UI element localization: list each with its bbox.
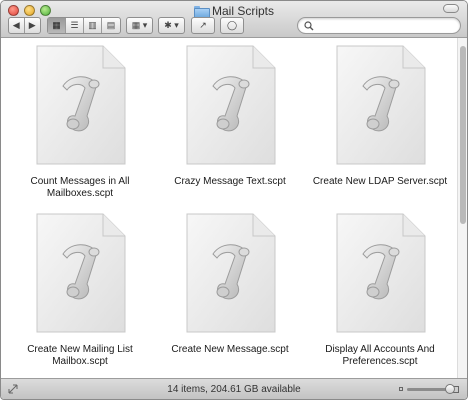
slider-track[interactable] bbox=[407, 383, 455, 394]
coverflow-view-icon: ▤ bbox=[106, 20, 116, 30]
folder-icon bbox=[193, 5, 210, 19]
applescript-document-icon bbox=[336, 213, 426, 333]
file-name: Create New LDAP Server.scpt bbox=[312, 176, 448, 187]
search-input[interactable] bbox=[318, 20, 458, 31]
applescript-document-icon bbox=[36, 45, 126, 165]
column-view-icon: ▥ bbox=[88, 20, 97, 30]
status-bar: 14 items, 204.61 GB available bbox=[1, 378, 467, 399]
window-title: Mail Scripts bbox=[1, 4, 467, 19]
applescript-document-icon bbox=[186, 45, 276, 165]
toolbar-toggle-button[interactable] bbox=[443, 4, 459, 13]
right-triangle-icon: ▶ bbox=[28, 20, 36, 30]
file-name: Create New Mailing List Mailbox.scpt bbox=[27, 344, 133, 367]
tag-button[interactable]: ◯ bbox=[220, 17, 244, 34]
search-field[interactable] bbox=[297, 17, 461, 34]
finder-window: Mail Scripts ◀ ▶ ▦ ☰ ▥ ▤ ▦ ▾ ✱ ▾ ↗ ◯ Cou… bbox=[0, 0, 468, 400]
tag-icon: ◯ bbox=[226, 20, 238, 30]
list-view-icon: ☰ bbox=[70, 20, 79, 30]
coverflow-view-button[interactable]: ▤ bbox=[102, 18, 120, 33]
column-view-button[interactable]: ▥ bbox=[84, 18, 102, 33]
slider-knob[interactable] bbox=[445, 383, 455, 394]
window-title-text: Mail Scripts bbox=[211, 4, 274, 18]
file-name: Crazy Message Text.scpt bbox=[174, 176, 286, 187]
vertical-scroll-thumb[interactable] bbox=[460, 46, 466, 224]
file-item[interactable]: Create New Mailing List Mailbox.scpt bbox=[5, 212, 155, 368]
back-button[interactable]: ◀ bbox=[9, 18, 25, 33]
file-name: Display All Accounts And Preferences.scp… bbox=[325, 344, 435, 367]
applescript-document-icon bbox=[336, 45, 426, 165]
gear-icon: ✱ ▾ bbox=[164, 20, 179, 30]
icon-view-button[interactable]: ▦ bbox=[48, 18, 66, 33]
file-item[interactable]: Count Messages in All Mailboxes.scpt bbox=[5, 44, 155, 200]
file-item[interactable]: Display All Accounts And Preferences.scp… bbox=[305, 212, 455, 368]
left-triangle-icon: ◀ bbox=[12, 20, 20, 30]
file-name: Count Messages in All Mailboxes.scpt bbox=[30, 176, 130, 199]
status-text: 14 items, 204.61 GB available bbox=[167, 383, 301, 395]
path-bar-toggle-icon[interactable] bbox=[7, 383, 19, 395]
icon-size-slider[interactable] bbox=[399, 383, 459, 395]
list-view-button[interactable]: ☰ bbox=[66, 18, 84, 33]
window-toolbar: Mail Scripts ◀ ▶ ▦ ☰ ▥ ▤ ▦ ▾ ✱ ▾ ↗ ◯ bbox=[1, 1, 467, 38]
file-item[interactable]: Crazy Message Text.scpt bbox=[155, 44, 305, 188]
search-icon bbox=[304, 20, 314, 30]
forward-button[interactable]: ▶ bbox=[25, 18, 40, 33]
share-icon: ↗ bbox=[199, 20, 207, 30]
share-button[interactable]: ↗ bbox=[191, 17, 215, 34]
arrange-icon: ▦ ▾ bbox=[131, 20, 148, 30]
arrange-button[interactable]: ▦ ▾ bbox=[126, 17, 153, 34]
action-menu-button[interactable]: ✱ ▾ bbox=[158, 17, 185, 34]
file-item[interactable]: Create New LDAP Server.scpt bbox=[305, 44, 455, 188]
file-name: Create New Message.scpt bbox=[171, 344, 289, 355]
small-icon-size-icon bbox=[399, 387, 403, 391]
icon-view-icon: ▦ bbox=[52, 20, 61, 30]
applescript-document-icon bbox=[186, 213, 276, 333]
vertical-scrollbar[interactable] bbox=[457, 38, 467, 380]
view-switcher: ▦ ☰ ▥ ▤ bbox=[47, 17, 121, 34]
applescript-document-icon bbox=[36, 213, 126, 333]
file-item[interactable]: Create New Message.scpt bbox=[155, 212, 305, 356]
file-browser-content: Count Messages in All Mailboxes.scpt Craz… bbox=[1, 38, 459, 380]
nav-buttons: ◀ ▶ bbox=[8, 17, 41, 34]
